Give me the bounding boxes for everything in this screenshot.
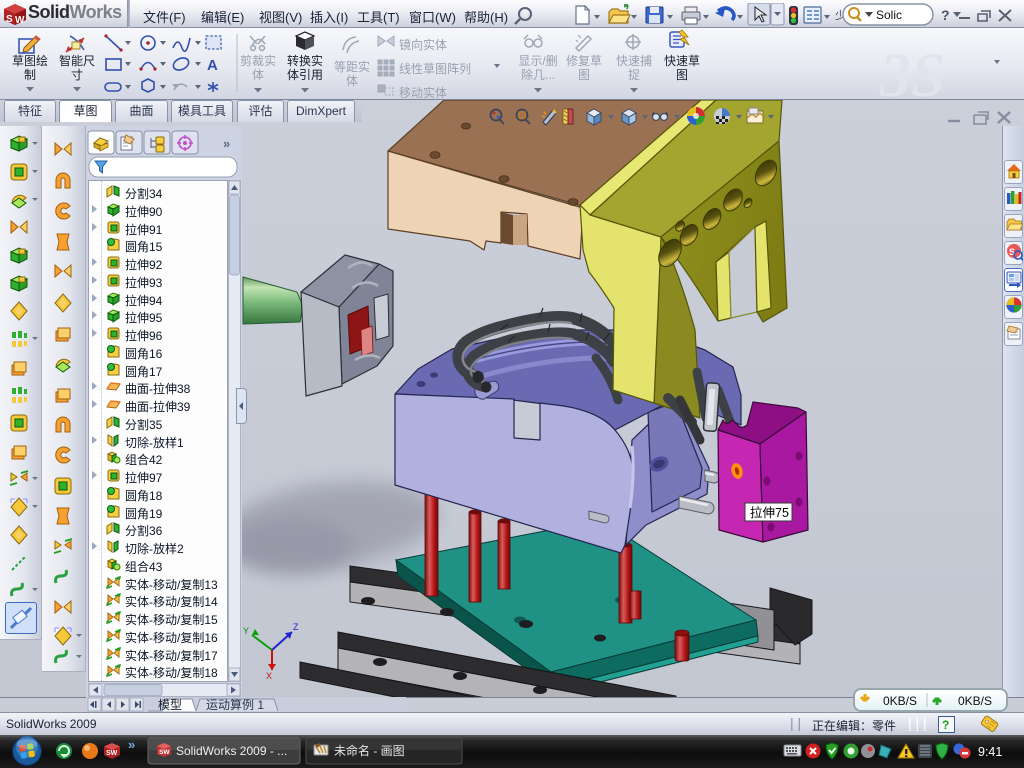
svg-text:0KB/S: 0KB/S <box>958 694 992 708</box>
svg-text:SW: SW <box>106 750 118 757</box>
svg-text:拉伸75: 拉伸75 <box>750 505 789 520</box>
svg-text:未命名 - 画图: 未命名 - 画图 <box>334 743 405 758</box>
svg-text:W: W <box>15 15 25 26</box>
svg-text:»: » <box>128 737 135 752</box>
svg-text:3S: 3S <box>879 42 945 99</box>
svg-text:Y: Y <box>243 626 249 636</box>
svg-text:A: A <box>207 57 218 74</box>
svg-text:0KB/S: 0KB/S <box>883 694 917 708</box>
svg-text:?: ? <box>942 718 949 732</box>
svg-text:模型: 模型 <box>158 698 182 712</box>
svg-text:»: » <box>223 136 230 151</box>
svg-text:9:41: 9:41 <box>978 745 1002 759</box>
svg-text:Solic: Solic <box>876 8 902 22</box>
svg-text:X: X <box>266 671 272 681</box>
svg-text:SolidWorks 2009 - ...: SolidWorks 2009 - ... <box>176 744 287 758</box>
svg-text:S: S <box>6 14 13 25</box>
svg-text:Z: Z <box>293 622 299 632</box>
svg-text:运动算例 1: 运动算例 1 <box>206 697 264 712</box>
svg-text:?: ? <box>941 7 950 23</box>
svg-text:SW: SW <box>159 749 170 756</box>
